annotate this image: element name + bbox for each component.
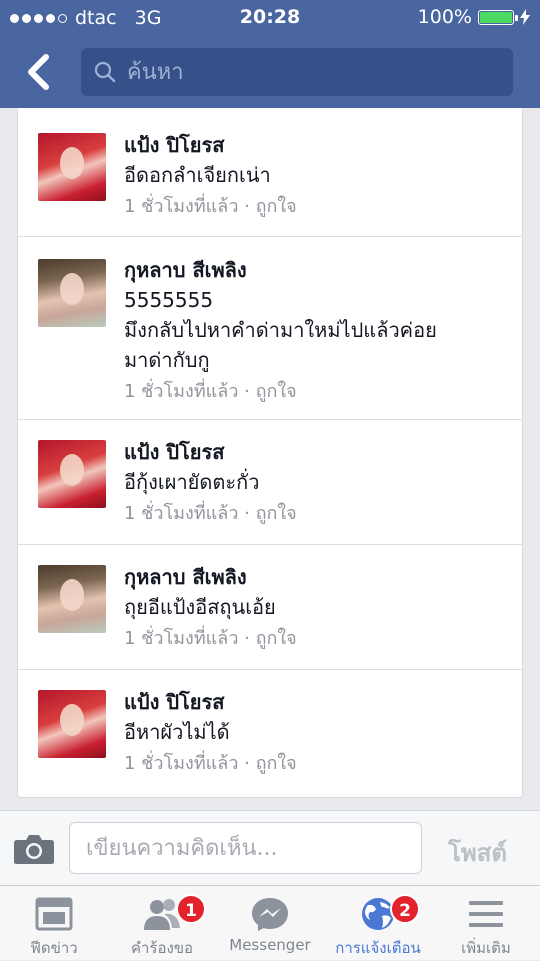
comment-author[interactable]: กุหลาบ สีเพลิง xyxy=(124,255,504,285)
comment-item: แป้ง ปิโยรส อีหาผัวไม่ได้ 1 ชั่วโมงที่แล… xyxy=(18,670,522,797)
avatar[interactable] xyxy=(38,259,106,327)
back-arrow-icon[interactable] xyxy=(22,52,56,92)
comment-author[interactable]: แป้ง ปิโยรส xyxy=(124,437,504,467)
messenger-icon xyxy=(252,898,288,931)
comment-meta[interactable]: 1 ชั่วโมงที่แล้ว · ถูกใจ xyxy=(124,749,504,779)
search-bar[interactable] xyxy=(81,48,513,96)
search-input[interactable] xyxy=(125,58,489,86)
comments-card: แป้ง ปิโยรส อีดอกลำเจียกเน่า 1 ชั่วโมงที… xyxy=(17,108,523,798)
requests-badge: 1 xyxy=(176,894,206,924)
camera-icon[interactable] xyxy=(13,833,55,865)
comment-text: 5555555 xyxy=(124,288,214,312)
comment-meta[interactable]: 1 ชั่วโมงที่แล้ว · ถูกใจ xyxy=(124,499,504,529)
menu-icon xyxy=(469,901,503,927)
avatar[interactable] xyxy=(38,565,106,633)
comment-meta[interactable]: 1 ชั่วโมงที่แล้ว · ถูกใจ xyxy=(124,377,504,407)
avatar[interactable] xyxy=(38,440,106,508)
status-right: 100% xyxy=(418,6,530,28)
comment-input[interactable] xyxy=(84,823,418,873)
avatar[interactable] xyxy=(38,133,106,201)
avatar[interactable] xyxy=(38,690,106,758)
news-feed-icon xyxy=(35,897,73,931)
tab-label: Messenger xyxy=(229,936,311,954)
search-icon xyxy=(94,61,116,83)
battery-icon xyxy=(478,9,518,25)
comment-text: ถุยอีแป้งอีสถุนเอ้ย xyxy=(124,595,276,619)
comment-text: อีหาผัวไม่ได้ xyxy=(124,720,230,744)
comment-author[interactable]: กุหลาบ สีเพลิง xyxy=(124,562,504,592)
tab-bar: ฟีดข่าว 1 คำร้องขอ Messenger 2 การแจ้งเต… xyxy=(0,885,540,960)
comment-text: อีดอกลำเจียกเน่า xyxy=(124,163,271,187)
comment-text: มาด่ากับกู xyxy=(124,348,210,372)
tab-more[interactable]: เพิ่มเติม xyxy=(432,886,540,961)
tab-news-feed[interactable]: ฟีดข่าว xyxy=(0,886,108,961)
post-button[interactable]: โพสต์ xyxy=(448,833,507,872)
comment-composer: โพสต์ xyxy=(0,810,540,886)
tab-messenger[interactable]: Messenger xyxy=(216,886,324,961)
comment-input-box[interactable] xyxy=(69,822,422,874)
tab-label: การแจ้งเตือน xyxy=(335,939,421,957)
status-bar: dtac 3G 20:28 100% xyxy=(0,0,540,36)
notifications-badge: 2 xyxy=(390,894,420,924)
comment-item: แป้ง ปิโยรส อีดอกลำเจียกเน่า 1 ชั่วโมงที… xyxy=(18,108,522,237)
tab-label: ฟีดข่าว xyxy=(30,939,78,957)
tab-label: คำร้องขอ xyxy=(130,939,194,957)
comment-author[interactable]: แป้ง ปิโยรส xyxy=(124,130,504,160)
battery-percent: 100% xyxy=(417,6,472,28)
comment-text: อีกุ้งเผายัดตะกั่ว xyxy=(124,470,260,494)
comment-author[interactable]: แป้ง ปิโยรส xyxy=(124,687,504,717)
tab-requests[interactable]: 1 คำร้องขอ xyxy=(108,886,216,961)
comment-meta[interactable]: 1 ชั่วโมงที่แล้ว · ถูกใจ xyxy=(124,624,504,654)
charging-icon xyxy=(520,9,530,25)
tab-notifications[interactable]: 2 การแจ้งเตือน xyxy=(324,886,432,961)
navigation-bar xyxy=(0,36,540,108)
comment-meta[interactable]: 1 ชั่วโมงที่แล้ว · ถูกใจ xyxy=(124,192,504,222)
comment-item: กุหลาบ สีเพลิง 5555555 มึงกลับไปหาคำด่าม… xyxy=(18,237,522,420)
comment-text: มึงกลับไปหาคำด่ามาใหม่ไปแล้วค่อย xyxy=(124,318,437,342)
top-bar: dtac 3G 20:28 100% xyxy=(0,0,540,108)
comment-item: แป้ง ปิโยรส อีกุ้งเผายัดตะกั่ว 1 ชั่วโมง… xyxy=(18,420,522,545)
comment-item: กุหลาบ สีเพลิง ถุยอีแป้งอีสถุนเอ้ย 1 ชั่… xyxy=(18,545,522,670)
tab-label: เพิ่มเติม xyxy=(461,939,511,957)
